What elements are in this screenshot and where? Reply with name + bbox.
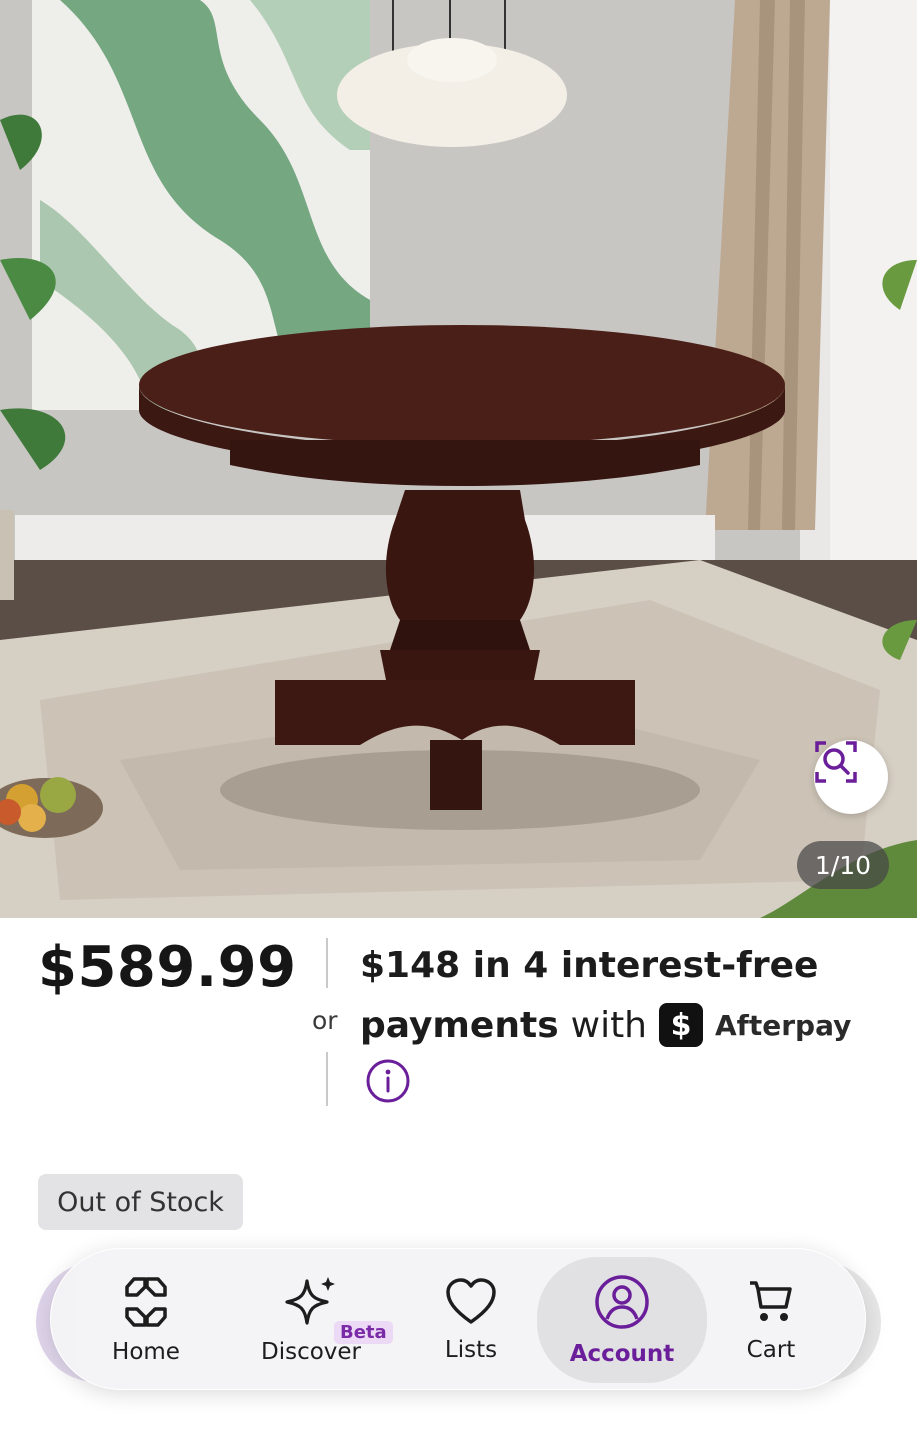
- heart-icon: [446, 1278, 496, 1324]
- nav-item-account[interactable]: Account: [537, 1257, 707, 1383]
- product-photo: [0, 0, 917, 918]
- nav-item-home[interactable]: Home: [81, 1257, 211, 1383]
- info-icon: [366, 1059, 410, 1103]
- bottom-navigation: Home Beta Discover Lists Account Cart: [50, 1248, 866, 1390]
- nav-item-lists[interactable]: Lists: [411, 1257, 531, 1383]
- nav-label-home: Home: [112, 1339, 180, 1365]
- image-counter: 1/10: [797, 841, 889, 889]
- installment-provider-row: payments with $ Afterpay: [360, 1003, 851, 1047]
- afterpay-name: Afterpay: [715, 1008, 852, 1042]
- sparkle-icon: [285, 1277, 335, 1325]
- price-divider: [326, 1052, 328, 1106]
- installment-payments-text: payments: [360, 1004, 559, 1046]
- nav-item-discover[interactable]: Beta Discover: [246, 1257, 393, 1383]
- nav-label-lists: Lists: [444, 1337, 498, 1363]
- or-label: or: [312, 1006, 338, 1035]
- installment-text: $148 in 4 interest-free: [360, 945, 819, 986]
- product-image[interactable]: 1/10: [0, 0, 917, 918]
- home-icon: [125, 1277, 167, 1327]
- nav-item-cart[interactable]: Cart: [711, 1257, 831, 1383]
- price-divider: [326, 938, 328, 988]
- zoom-button[interactable]: [814, 740, 888, 814]
- account-icon: [595, 1275, 649, 1329]
- nav-label-cart: Cart: [746, 1337, 796, 1363]
- beta-badge: Beta: [334, 1321, 393, 1344]
- zoom-search-icon: [815, 741, 857, 783]
- info-button[interactable]: [365, 1058, 411, 1104]
- cart-icon: [750, 1281, 792, 1321]
- afterpay-logo-icon: $: [659, 1003, 704, 1047]
- installment-with-text: with: [570, 1004, 648, 1046]
- nav-label-account: Account: [569, 1341, 675, 1367]
- stock-status-badge: Out of Stock: [38, 1174, 243, 1230]
- product-price: $589.99: [38, 935, 297, 1000]
